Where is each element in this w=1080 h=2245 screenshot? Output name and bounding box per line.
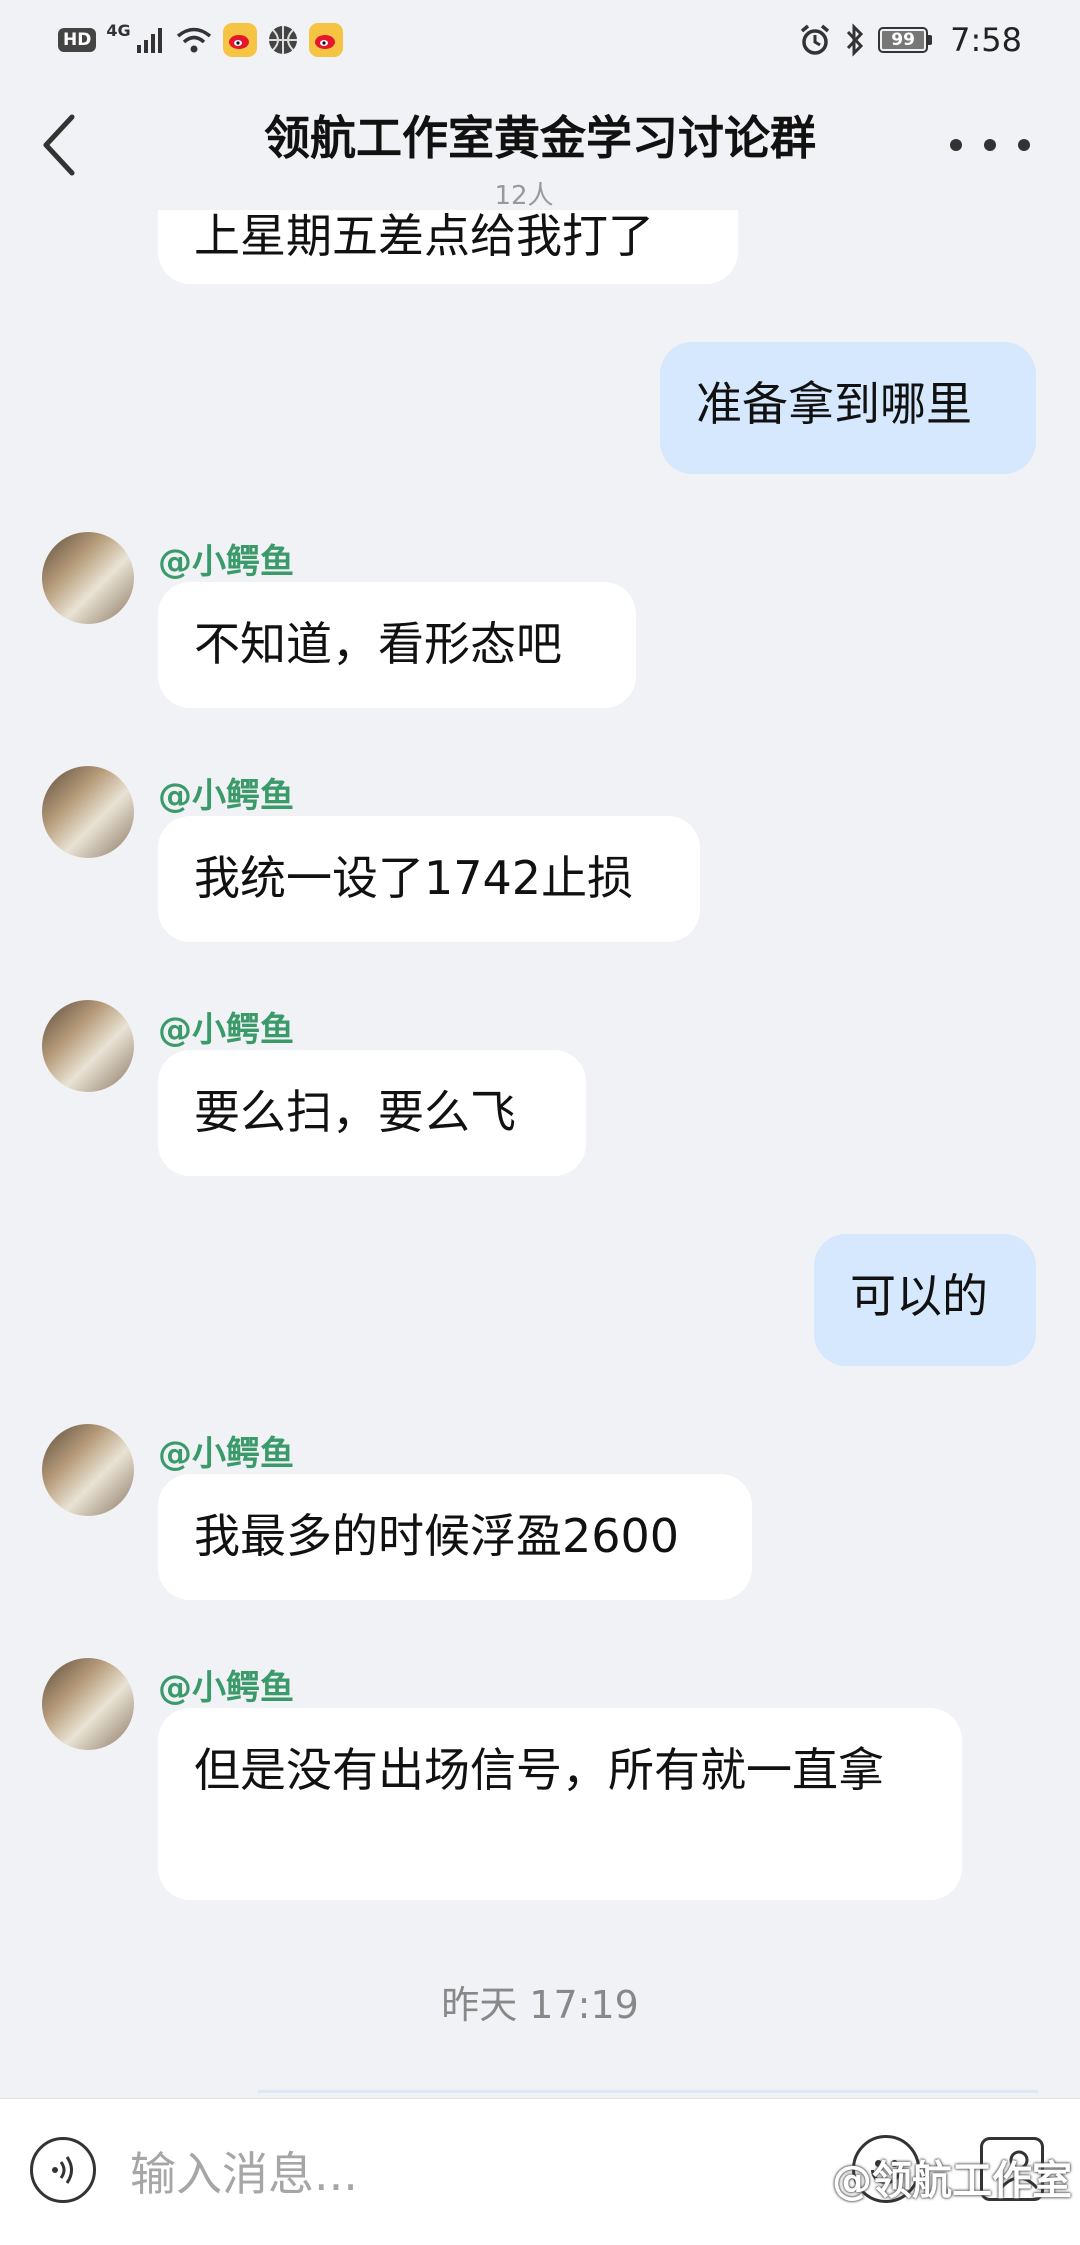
message-text: 不知道，看形态吧 bbox=[194, 617, 562, 671]
sender-name[interactable]: @小鳄鱼 bbox=[158, 768, 294, 817]
avatar[interactable] bbox=[42, 1658, 134, 1750]
message-text: 准备拿到哪里 bbox=[696, 377, 972, 431]
member-count: 12人 bbox=[494, 181, 554, 211]
sender-name[interactable]: @小鳄鱼 bbox=[158, 534, 294, 583]
voice-button[interactable] bbox=[30, 2137, 96, 2203]
avatar[interactable] bbox=[42, 532, 134, 624]
voice-icon bbox=[52, 2156, 73, 2184]
message-text: 但是没有出场信号，所有就一直拿 bbox=[194, 1743, 884, 1797]
weibo-icon bbox=[222, 23, 257, 57]
chat-header: 领航工作室黄金学习讨论群 12人 bbox=[0, 80, 1080, 211]
message-text: 可以的 bbox=[850, 1269, 988, 1323]
message-bubble[interactable]: 不知道，看形态吧 bbox=[158, 582, 636, 708]
clock: 7:58 bbox=[950, 21, 1022, 59]
wifi-icon bbox=[176, 27, 211, 53]
more-button[interactable] bbox=[950, 125, 1030, 165]
hd-icon: HD bbox=[58, 28, 97, 52]
alarm-icon bbox=[801, 24, 830, 55]
message-bubble[interactable]: 准备拿到哪里 bbox=[660, 342, 1036, 474]
timestamp: 昨天 17:19 bbox=[441, 1983, 639, 2027]
chat-title: 领航工作室黄金学习讨论群 bbox=[264, 111, 816, 165]
sender-name[interactable]: @小鳄鱼 bbox=[158, 1002, 294, 1051]
avatar[interactable] bbox=[42, 1424, 134, 1516]
status-right: 99 7:58 bbox=[798, 20, 1022, 60]
more-icon bbox=[950, 139, 962, 151]
message-text: 要么扫，要么飞 bbox=[194, 1085, 516, 1139]
message-bubble[interactable]: 我统一设了1742止损 bbox=[158, 816, 700, 942]
sender-name[interactable]: @小鳄鱼 bbox=[158, 1426, 294, 1475]
signal-icon bbox=[136, 28, 162, 53]
sender-name[interactable]: @小鳄鱼 bbox=[158, 1660, 294, 1709]
message-bubble[interactable]: 我最多的时候浮盈2600 bbox=[158, 1474, 752, 1600]
network-type: 4G bbox=[106, 20, 131, 40]
avatar[interactable] bbox=[42, 1000, 134, 1092]
divider bbox=[258, 2090, 1038, 2093]
battery-icon: 99 bbox=[878, 27, 933, 53]
battery-level: 99 bbox=[891, 30, 915, 50]
weibo-icon bbox=[308, 23, 343, 57]
basketball-icon bbox=[268, 26, 297, 54]
message-bubble[interactable]: 可以的 bbox=[814, 1234, 1036, 1366]
message-list[interactable]: 上星期五差点给我打了 准备拿到哪里 @小鳄鱼 不知道，看形态吧 @小鳄鱼 我统一… bbox=[0, 210, 1080, 2100]
watermark: @领航工作室 bbox=[832, 2158, 1072, 2204]
avatar[interactable] bbox=[42, 766, 134, 858]
message-input[interactable]: 输入消息... bbox=[130, 2139, 670, 2209]
status-bar: HD 4G 99 7:58 bbox=[0, 0, 1080, 80]
message-bubble[interactable]: 但是没有出场信号，所有就一直拿 bbox=[158, 1708, 962, 1900]
message-bubble[interactable]: 要么扫，要么飞 bbox=[158, 1050, 586, 1176]
message-text: 我最多的时候浮盈2600 bbox=[194, 1509, 680, 1563]
message-text: 上星期五差点给我打了 bbox=[194, 210, 654, 263]
message-bubble[interactable]: 上星期五差点给我打了 bbox=[158, 210, 738, 284]
status-left: HD 4G bbox=[58, 20, 343, 60]
message-text: 我统一设了1742止损 bbox=[194, 851, 634, 905]
bluetooth-icon bbox=[847, 23, 864, 57]
